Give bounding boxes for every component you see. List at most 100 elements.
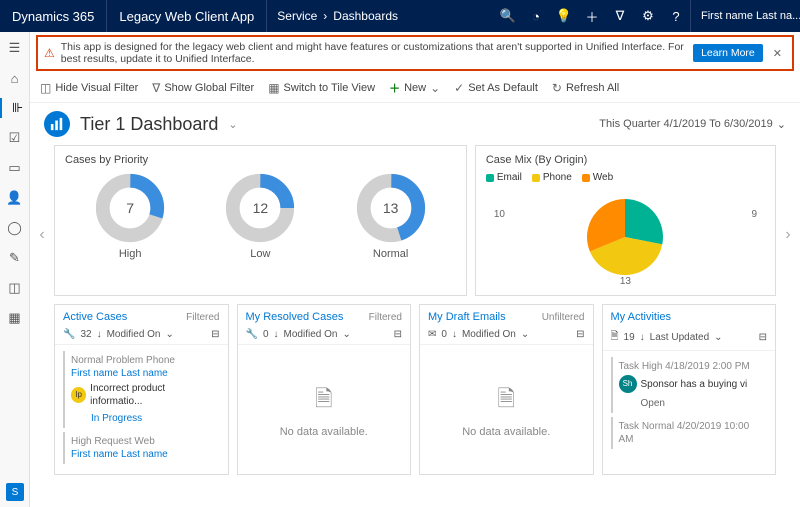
key-icon[interactable]: 🔧 <box>246 329 258 340</box>
date-range-selector[interactable]: This Quarter 4/1/2019 To 6/30/2019⌄ <box>599 118 786 131</box>
settings-icon[interactable]: ⚙ <box>634 0 662 32</box>
sort-field[interactable]: Modified On <box>462 329 516 340</box>
cases-by-priority-card: Cases by Priority 7 High 12 Low <box>54 145 467 296</box>
social-icon[interactable]: ◯ <box>5 218 25 238</box>
sort-arrow-icon[interactable]: ↓ <box>640 332 645 343</box>
activity-tags: Task Normal 4/20/2019 10:00 AM <box>619 420 762 446</box>
refresh-icon: ↻ <box>552 81 562 95</box>
card-toolbar: 🔧32↓Modified On⌄⊟ <box>55 325 228 345</box>
user-profile[interactable]: First name Last na... <box>690 0 800 32</box>
learn-more-button[interactable]: Learn More <box>693 44 763 62</box>
legend-item[interactable]: Email <box>486 172 522 183</box>
contacts-icon[interactable]: 👤 <box>5 188 25 208</box>
pie-slice[interactable] <box>625 199 663 244</box>
chevron-down-icon[interactable]: ⌄ <box>714 332 722 343</box>
set-default-button[interactable]: ✓Set As Default <box>454 81 538 95</box>
key-icon[interactable]: 🔧 <box>63 329 75 340</box>
case-item[interactable]: High Request Web First name Last name <box>63 432 220 464</box>
card-title[interactable]: My Activities <box>611 311 672 323</box>
count: 0 <box>441 329 447 340</box>
brand-label[interactable]: Dynamics 365 <box>0 0 107 32</box>
sitemap-badge[interactable]: S <box>6 483 24 501</box>
check-icon: ✓ <box>454 81 464 95</box>
card-title: Cases by Priority <box>65 154 456 166</box>
activity-item[interactable]: Task Normal 4/20/2019 10:00 AM <box>611 417 768 449</box>
dashboard-avatar-icon <box>44 111 70 137</box>
cases-icon[interactable]: ✎ <box>5 248 25 268</box>
next-page-button[interactable]: › <box>779 215 797 255</box>
assistant-icon[interactable]: 💡 <box>550 0 578 32</box>
plus-icon: ＋ <box>389 80 400 96</box>
card-title[interactable]: Active Cases <box>63 311 127 323</box>
close-icon[interactable]: ✕ <box>769 47 786 60</box>
dashboard-selector-chevron[interactable]: ⌄ <box>228 118 237 131</box>
alert-text: This app is designed for the legacy web … <box>61 41 687 65</box>
card-title[interactable]: My Draft Emails <box>428 311 506 323</box>
chevron-down-icon[interactable]: ⌄ <box>166 329 174 340</box>
donut-normal[interactable]: 13 Normal <box>355 172 427 260</box>
chart-icon: ◫ <box>40 81 51 95</box>
menu-icon[interactable]: ☰ <box>5 38 25 58</box>
card-title[interactable]: My Resolved Cases <box>246 311 344 323</box>
add-icon[interactable]: ＋ <box>578 0 606 32</box>
sort-field[interactable]: Modified On <box>284 329 338 340</box>
donut-label: High <box>119 248 142 260</box>
sort-arrow-icon[interactable]: ↓ <box>452 329 457 340</box>
empty-text: No data available. <box>462 426 550 438</box>
topbar-actions: 🔍 ◔ 💡 ＋ ∇ ⚙ ? <box>494 0 690 32</box>
app-name[interactable]: Legacy Web Client App <box>107 0 267 32</box>
donut-high[interactable]: 7 High <box>94 172 166 260</box>
count: 19 <box>624 332 635 343</box>
switch-tile-view-button[interactable]: ▦Switch to Tile View <box>268 81 375 95</box>
chevron-down-icon: ⌄ <box>777 118 786 131</box>
donut-low[interactable]: 12 Low <box>224 172 296 260</box>
breadcrumb[interactable]: Service › Dashboards <box>267 9 408 23</box>
chevron-down-icon[interactable]: ⌄ <box>342 329 350 340</box>
legend-swatch <box>486 174 494 182</box>
help-icon[interactable]: ? <box>662 0 690 32</box>
case-owner-link[interactable]: First name Last name <box>71 448 214 461</box>
chevron-right-icon: › <box>323 9 327 23</box>
activities-icon[interactable]: ☑ <box>5 128 25 148</box>
doc-icon[interactable]: 🗎 <box>611 329 619 346</box>
case-owner-link[interactable]: First name Last name <box>71 367 214 380</box>
expand-icon[interactable]: ⊟ <box>576 329 584 340</box>
home-icon[interactable]: ⌂ <box>5 68 25 88</box>
case-tags: High Request Web <box>71 435 214 448</box>
case-mix-card: Case Mix (By Origin) EmailPhoneWeb 9 13 … <box>475 145 776 296</box>
queues-icon[interactable]: ◫ <box>5 278 25 298</box>
accounts-icon[interactable]: ▭ <box>5 158 25 178</box>
chevron-down-icon[interactable]: ⌄ <box>521 329 529 340</box>
empty-text: No data available. <box>280 426 368 438</box>
funnel-icon: ∇ <box>152 81 160 95</box>
expand-icon[interactable]: ⊟ <box>211 329 219 340</box>
activity-item[interactable]: Task High 4/18/2019 2:00 PM ShSponsor ha… <box>611 357 768 413</box>
filter-icon[interactable]: ∇ <box>606 0 634 32</box>
show-global-filter-button[interactable]: ∇Show Global Filter <box>152 81 254 95</box>
warning-icon: ⚠ <box>44 46 55 60</box>
sort-arrow-icon[interactable]: ↓ <box>274 329 279 340</box>
refresh-button[interactable]: ↻Refresh All <box>552 81 619 95</box>
case-tags: Normal Problem Phone <box>71 354 214 367</box>
prev-page-button[interactable]: ‹ <box>33 215 51 255</box>
legend-item[interactable]: Phone <box>532 172 572 183</box>
case-item[interactable]: Normal Problem Phone First name Last nam… <box>63 351 220 428</box>
filter-state: Filtered <box>186 312 219 323</box>
knowledge-icon[interactable]: ▦ <box>5 308 25 328</box>
mail-icon[interactable]: ✉ <box>428 329 436 340</box>
case-status: In Progress <box>91 412 214 425</box>
count: 0 <box>263 329 269 340</box>
donut-value: 12 <box>253 200 269 216</box>
task-icon[interactable]: ◔ <box>522 0 550 32</box>
sort-field[interactable]: Modified On <box>107 329 161 340</box>
new-button[interactable]: ＋New⌄ <box>389 80 440 96</box>
search-icon[interactable]: 🔍 <box>494 0 522 32</box>
expand-icon[interactable]: ⊟ <box>759 332 767 343</box>
dashboard-icon[interactable]: ⊪ <box>0 98 29 118</box>
hide-visual-filter-button[interactable]: ◫Hide Visual Filter <box>40 81 138 95</box>
sort-field[interactable]: Last Updated <box>650 332 710 343</box>
sort-arrow-icon[interactable]: ↓ <box>97 329 102 340</box>
expand-icon[interactable]: ⊟ <box>394 329 402 340</box>
breadcrumb-area: Service <box>277 9 317 23</box>
legend-item[interactable]: Web <box>582 172 613 183</box>
